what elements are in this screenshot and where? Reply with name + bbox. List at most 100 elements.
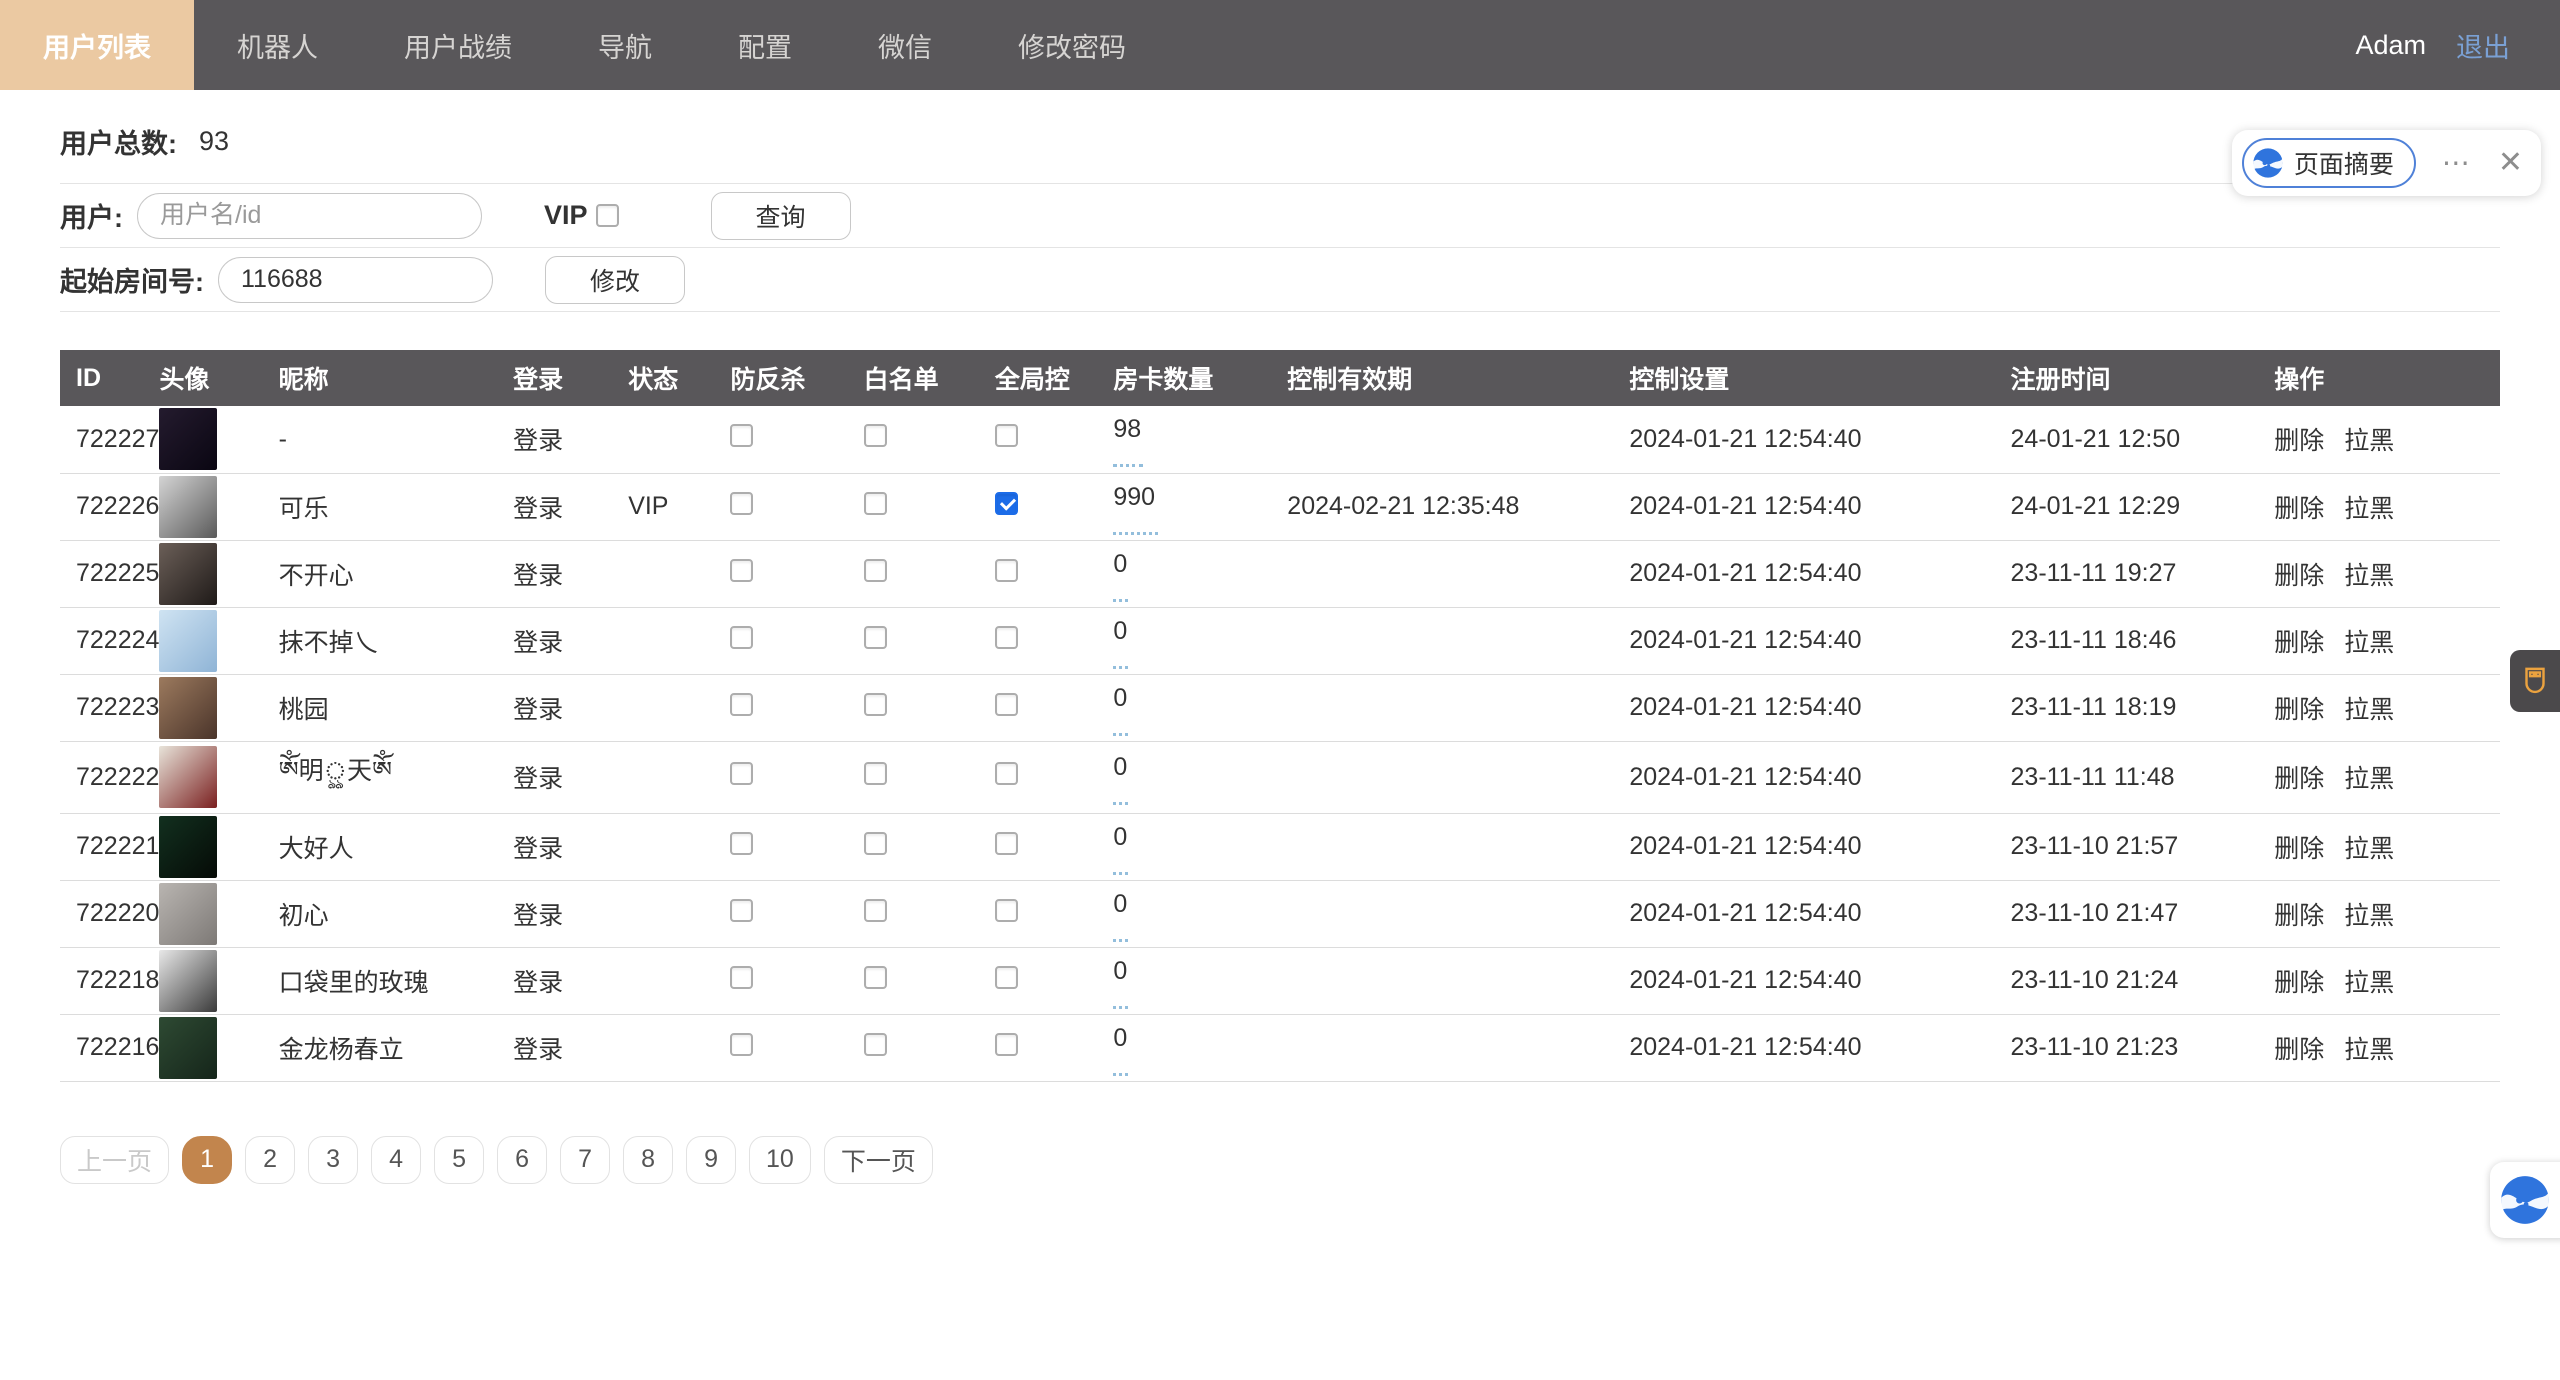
prev-page-button[interactable]: 上一页 bbox=[60, 1136, 169, 1184]
side-toolbar-tab[interactable] bbox=[2510, 650, 2560, 712]
login-link[interactable]: 登录 bbox=[513, 902, 563, 930]
page-button-2[interactable]: 2 bbox=[245, 1136, 295, 1184]
more-options-icon[interactable]: ⋯ bbox=[2442, 149, 2472, 177]
global-control-checkbox[interactable] bbox=[995, 966, 1018, 989]
delete-link[interactable]: 删除 bbox=[2274, 835, 2324, 863]
global-control-checkbox[interactable] bbox=[995, 626, 1018, 649]
nav-tab-修改密码[interactable]: 修改密码 bbox=[975, 0, 1169, 90]
page-button-8[interactable]: 8 bbox=[623, 1136, 673, 1184]
blacklist-link[interactable]: 拉黑 bbox=[2344, 696, 2394, 724]
edit-cards-control[interactable] bbox=[1113, 802, 1128, 805]
delete-link[interactable]: 删除 bbox=[2274, 562, 2324, 590]
anti-kill-checkbox[interactable] bbox=[730, 1033, 753, 1056]
delete-link[interactable]: 删除 bbox=[2274, 1036, 2324, 1064]
whitelist-checkbox[interactable] bbox=[864, 626, 887, 649]
edit-cards-control[interactable] bbox=[1113, 939, 1128, 942]
login-link[interactable]: 登录 bbox=[513, 969, 563, 997]
delete-link[interactable]: 删除 bbox=[2274, 969, 2324, 997]
anti-kill-checkbox[interactable] bbox=[730, 832, 753, 855]
login-link[interactable]: 登录 bbox=[513, 495, 563, 523]
login-link[interactable]: 登录 bbox=[513, 765, 563, 793]
login-link[interactable]: 登录 bbox=[513, 1036, 563, 1064]
page-summary-button[interactable]: 页面摘要 bbox=[2242, 138, 2416, 188]
whitelist-checkbox[interactable] bbox=[864, 1033, 887, 1056]
nav-tab-用户列表[interactable]: 用户列表 bbox=[0, 0, 194, 90]
login-link[interactable]: 登录 bbox=[513, 835, 563, 863]
anti-kill-checkbox[interactable] bbox=[730, 626, 753, 649]
nav-tab-导航[interactable]: 导航 bbox=[555, 0, 695, 90]
vip-checkbox[interactable] bbox=[596, 204, 619, 227]
nav-tab-微信[interactable]: 微信 bbox=[835, 0, 975, 90]
page-button-6[interactable]: 6 bbox=[497, 1136, 547, 1184]
blacklist-link[interactable]: 拉黑 bbox=[2344, 835, 2394, 863]
edit-cards-control[interactable] bbox=[1113, 1006, 1128, 1009]
logout-link[interactable]: 退出 bbox=[2456, 26, 2510, 65]
page-button-5[interactable]: 5 bbox=[434, 1136, 484, 1184]
nav-tab-用户战绩[interactable]: 用户战绩 bbox=[361, 0, 555, 90]
whitelist-checkbox[interactable] bbox=[864, 492, 887, 515]
global-control-checkbox[interactable] bbox=[995, 424, 1018, 447]
anti-kill-checkbox[interactable] bbox=[730, 424, 753, 447]
delete-link[interactable]: 删除 bbox=[2274, 696, 2324, 724]
page-button-1[interactable]: 1 bbox=[182, 1136, 232, 1184]
global-control-checkbox[interactable] bbox=[995, 762, 1018, 785]
anti-kill-checkbox[interactable] bbox=[730, 899, 753, 922]
edit-cards-control[interactable] bbox=[1113, 1073, 1128, 1076]
edit-cards-control[interactable] bbox=[1113, 532, 1158, 535]
close-icon[interactable]: ✕ bbox=[2498, 148, 2523, 178]
user-search-input[interactable] bbox=[137, 193, 482, 239]
whitelist-checkbox[interactable] bbox=[864, 966, 887, 989]
global-control-checkbox[interactable] bbox=[995, 832, 1018, 855]
global-control-checkbox[interactable] bbox=[995, 492, 1018, 515]
blacklist-link[interactable]: 拉黑 bbox=[2344, 765, 2394, 793]
login-link[interactable]: 登录 bbox=[513, 427, 563, 455]
login-link[interactable]: 登录 bbox=[513, 629, 563, 657]
anti-kill-checkbox[interactable] bbox=[730, 762, 753, 785]
blacklist-link[interactable]: 拉黑 bbox=[2344, 629, 2394, 657]
edit-cards-control[interactable] bbox=[1113, 666, 1128, 669]
delete-link[interactable]: 删除 bbox=[2274, 765, 2324, 793]
blacklist-link[interactable]: 拉黑 bbox=[2344, 427, 2394, 455]
delete-link[interactable]: 删除 bbox=[2274, 495, 2324, 523]
nav-tab-机器人[interactable]: 机器人 bbox=[194, 0, 361, 90]
page-button-4[interactable]: 4 bbox=[371, 1136, 421, 1184]
delete-link[interactable]: 删除 bbox=[2274, 427, 2324, 455]
login-link[interactable]: 登录 bbox=[513, 696, 563, 724]
edit-cards-control[interactable] bbox=[1113, 872, 1128, 875]
whitelist-checkbox[interactable] bbox=[864, 424, 887, 447]
anti-kill-checkbox[interactable] bbox=[730, 492, 753, 515]
global-control-checkbox[interactable] bbox=[995, 899, 1018, 922]
assistant-floating-button[interactable] bbox=[2490, 1162, 2560, 1238]
delete-link[interactable]: 删除 bbox=[2274, 629, 2324, 657]
page-button-9[interactable]: 9 bbox=[686, 1136, 736, 1184]
blacklist-link[interactable]: 拉黑 bbox=[2344, 969, 2394, 997]
blacklist-link[interactable]: 拉黑 bbox=[2344, 1036, 2394, 1064]
page-button-3[interactable]: 3 bbox=[308, 1136, 358, 1184]
delete-link[interactable]: 删除 bbox=[2274, 902, 2324, 930]
whitelist-checkbox[interactable] bbox=[864, 899, 887, 922]
whitelist-checkbox[interactable] bbox=[864, 559, 887, 582]
anti-kill-checkbox[interactable] bbox=[730, 693, 753, 716]
login-link[interactable]: 登录 bbox=[513, 562, 563, 590]
room-number-input[interactable] bbox=[218, 257, 493, 303]
global-control-checkbox[interactable] bbox=[995, 693, 1018, 716]
whitelist-checkbox[interactable] bbox=[864, 693, 887, 716]
global-control-checkbox[interactable] bbox=[995, 1033, 1018, 1056]
whitelist-checkbox[interactable] bbox=[864, 762, 887, 785]
blacklist-link[interactable]: 拉黑 bbox=[2344, 562, 2394, 590]
edit-cards-control[interactable] bbox=[1113, 464, 1143, 467]
modify-button[interactable]: 修改 bbox=[545, 256, 685, 304]
page-button-10[interactable]: 10 bbox=[749, 1136, 811, 1184]
next-page-button[interactable]: 下一页 bbox=[824, 1136, 933, 1184]
blacklist-link[interactable]: 拉黑 bbox=[2344, 495, 2394, 523]
anti-kill-checkbox[interactable] bbox=[730, 966, 753, 989]
global-control-checkbox[interactable] bbox=[995, 559, 1018, 582]
edit-cards-control[interactable] bbox=[1113, 733, 1128, 736]
page-button-7[interactable]: 7 bbox=[560, 1136, 610, 1184]
search-button[interactable]: 查询 bbox=[711, 192, 851, 240]
blacklist-link[interactable]: 拉黑 bbox=[2344, 902, 2394, 930]
nav-tab-配置[interactable]: 配置 bbox=[695, 0, 835, 90]
anti-kill-checkbox[interactable] bbox=[730, 559, 753, 582]
edit-cards-control[interactable] bbox=[1113, 599, 1128, 602]
whitelist-checkbox[interactable] bbox=[864, 832, 887, 855]
